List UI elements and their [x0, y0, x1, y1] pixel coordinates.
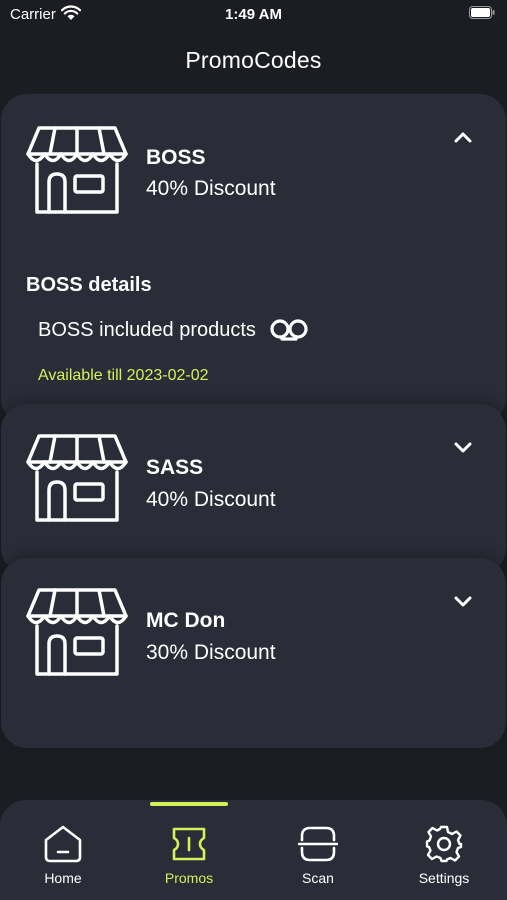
promo-codes-screen: Carrier 1:49 AM PromoCodes BOSS 40% Disc…	[0, 0, 507, 900]
store-icon	[26, 126, 128, 214]
link-icon	[270, 319, 308, 341]
tab-label: Settings	[418, 870, 470, 886]
discount-label: 30% Discount	[146, 641, 276, 664]
chevron-up-icon[interactable]	[450, 128, 476, 146]
battery-icon	[469, 6, 495, 19]
tab-label: Scan	[302, 870, 334, 886]
clock: 1:49 AM	[225, 6, 282, 23]
availability-date: Available till 2023-02-02	[38, 367, 209, 384]
promo-card-boss[interactable]: BOSS 40% Discount BOSS details BOSS incl…	[1, 94, 506, 424]
chevron-down-icon[interactable]	[450, 438, 476, 456]
ticket-icon	[172, 827, 206, 861]
tab-label: Home	[44, 870, 82, 886]
details-title: BOSS details	[26, 274, 152, 296]
tab-settings[interactable]: Settings	[381, 800, 507, 900]
store-icon	[26, 434, 128, 522]
page-title: PromoCodes	[185, 47, 322, 73]
store-icon	[26, 588, 128, 676]
tab-home[interactable]: Home	[0, 800, 126, 900]
gear-icon	[425, 825, 463, 863]
active-tab-indicator	[150, 802, 228, 806]
tab-bar: Home Promos Scan Settings	[0, 800, 507, 900]
tab-scan[interactable]: Scan	[255, 800, 381, 900]
chevron-down-icon[interactable]	[450, 592, 476, 610]
promo-card-sass[interactable]: SASS 40% Discount	[1, 404, 506, 574]
included-products-label: BOSS included products	[38, 318, 256, 341]
discount-label: 40% Discount	[146, 177, 276, 200]
scan-icon	[298, 826, 338, 862]
store-name: MC Don	[146, 609, 226, 632]
discount-label: 40% Discount	[146, 488, 276, 511]
tab-label: Promos	[164, 870, 214, 886]
promo-card-mc-don[interactable]: MC Don 30% Discount	[1, 558, 506, 748]
tab-promos[interactable]: Promos	[126, 800, 252, 900]
store-name: SASS	[146, 456, 204, 479]
status-bar: Carrier 1:49 AM	[0, 0, 507, 30]
home-icon	[44, 825, 82, 863]
included-products-link[interactable]: BOSS included products	[38, 318, 310, 342]
store-name: BOSS	[146, 146, 206, 169]
